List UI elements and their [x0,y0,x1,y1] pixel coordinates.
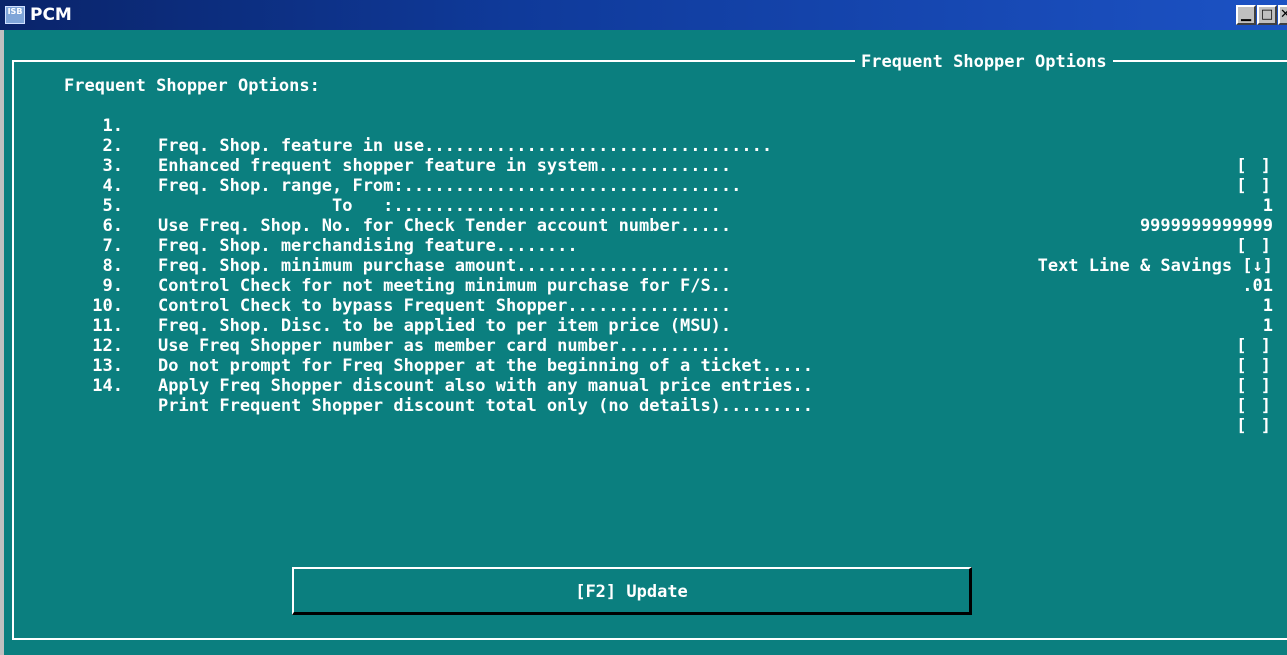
option-row-13[interactable]: 13. Apply Freq Shopper discount also wit… [0,336,1287,416]
option-label: Apply Freq Shopper discount also with an… [158,376,814,396]
update-button[interactable]: [F2] Update [292,567,972,615]
window-titlebar: ISB PCM ▁ □ ✕ [0,0,1287,30]
option-row-11[interactable]: 11. Use Freq Shopper number as member ca… [0,296,1287,376]
close-button[interactable]: ✕ [1278,5,1287,25]
option-row-5[interactable]: 5. Use Freq. Shop. No. for Check Tender … [0,176,1287,256]
option-number: 14. [92,376,123,396]
option-row-3[interactable]: 3. Freq. Shop. range, From:.............… [0,136,1287,216]
option-label: Print Frequent Shopper discount total on… [158,396,814,416]
frame-title: Frequent Shopper Options [855,52,1113,72]
option-row-1[interactable]: 1. Freq. Shop. feature in use...........… [0,96,1287,176]
minimize-button[interactable]: ▁ [1236,5,1256,25]
option-row-7[interactable]: 7. Freq. Shop. minimum purchase amount..… [0,216,1287,296]
option-checkbox[interactable]: [ ] [1236,416,1273,436]
option-row-12[interactable]: 12. Do not prompt for Freq Shopper at th… [0,316,1287,396]
option-row-9[interactable]: 9. Control Check to bypass Frequent Shop… [0,256,1287,336]
option-row-6[interactable]: 6. Freq. Shop. merchandising feature....… [0,196,1287,276]
option-row-10[interactable]: 10. Freq. Shop. Disc. to be applied to p… [0,276,1287,356]
update-button-label: [F2] Update [575,582,688,602]
option-row-8[interactable]: 8. Control Check for not meeting minimum… [0,236,1287,316]
option-row-14[interactable]: 14. Print Frequent Shopper discount tota… [0,356,1287,436]
app-icon[interactable]: ISB [5,6,25,24]
window-title: PCM [30,5,72,25]
page-title: Frequent Shopper Options: [64,76,320,96]
option-row-2[interactable]: 2. Enhanced frequent shopper feature in … [0,116,1287,196]
option-row-4[interactable]: 4. To :................................ … [0,156,1287,236]
option-checkbox[interactable]: [ ] [1236,376,1273,396]
maximize-button[interactable]: □ [1257,5,1277,25]
option-checkbox[interactable]: [ ] [1236,396,1273,416]
